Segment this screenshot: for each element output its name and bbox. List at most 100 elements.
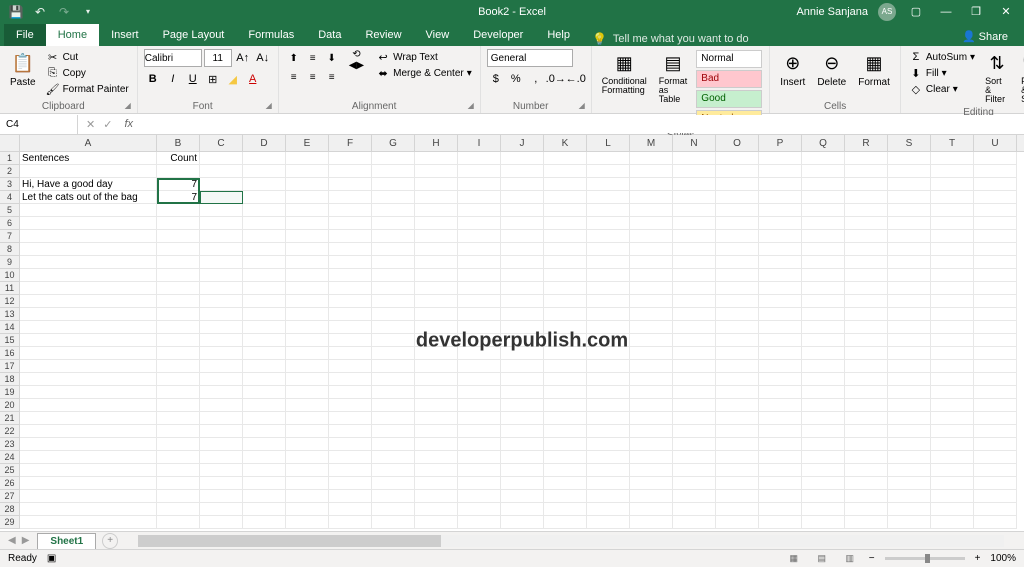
cell[interactable] [286, 412, 329, 425]
cell[interactable] [243, 347, 286, 360]
cut-button[interactable]: ✂Cut [44, 49, 131, 65]
cell[interactable] [802, 516, 845, 529]
copy-button[interactable]: ⎘Copy [44, 65, 131, 81]
conditional-formatting-button[interactable]: ▦ Conditional Formatting [598, 49, 651, 97]
row-header[interactable]: 23 [0, 438, 20, 451]
cell[interactable] [372, 269, 415, 282]
save-icon[interactable]: 💾 [8, 4, 24, 20]
horizontal-scrollbar[interactable] [138, 535, 1004, 547]
cell[interactable] [286, 191, 329, 204]
cell[interactable] [286, 425, 329, 438]
user-avatar[interactable]: AS [878, 3, 896, 21]
cell[interactable] [802, 373, 845, 386]
cell[interactable] [372, 295, 415, 308]
cell[interactable] [20, 308, 157, 321]
cell[interactable] [802, 399, 845, 412]
cell[interactable] [845, 152, 888, 165]
cell[interactable] [759, 412, 802, 425]
cell[interactable] [845, 490, 888, 503]
select-all-button[interactable] [0, 135, 20, 151]
cell[interactable] [157, 347, 200, 360]
cell[interactable] [931, 373, 974, 386]
cell[interactable] [415, 438, 458, 451]
cell[interactable] [802, 217, 845, 230]
cell[interactable] [415, 451, 458, 464]
style-bad[interactable]: Bad [696, 70, 762, 88]
cell[interactable] [415, 399, 458, 412]
cell[interactable] [501, 204, 544, 217]
cell[interactable] [888, 191, 931, 204]
cell[interactable] [587, 334, 630, 347]
cell[interactable] [931, 256, 974, 269]
cell[interactable] [587, 516, 630, 529]
cell[interactable] [716, 386, 759, 399]
cell[interactable] [931, 295, 974, 308]
cell[interactable] [845, 230, 888, 243]
cell[interactable] [415, 373, 458, 386]
zoom-in-icon[interactable]: + [975, 553, 981, 564]
cell[interactable] [931, 308, 974, 321]
cell[interactable] [329, 295, 372, 308]
insert-cells-button[interactable]: ⊕ Insert [776, 49, 809, 90]
cell[interactable] [329, 347, 372, 360]
cell[interactable] [157, 451, 200, 464]
cell[interactable] [759, 425, 802, 438]
cell[interactable] [286, 386, 329, 399]
cell[interactable] [286, 347, 329, 360]
cell[interactable] [200, 516, 243, 529]
cell[interactable] [716, 191, 759, 204]
cell[interactable] [845, 295, 888, 308]
col-header-b[interactable]: B [157, 135, 200, 151]
cell[interactable] [802, 178, 845, 191]
cell[interactable] [501, 152, 544, 165]
format-painter-button[interactable]: 🖌Format Painter [44, 81, 131, 97]
cell[interactable] [458, 347, 501, 360]
cell[interactable] [544, 347, 587, 360]
cell[interactable] [372, 477, 415, 490]
cell[interactable] [329, 321, 372, 334]
cell[interactable] [200, 191, 243, 204]
close-icon[interactable]: ✕ [996, 4, 1016, 20]
cell[interactable] [329, 230, 372, 243]
cell[interactable] [286, 334, 329, 347]
cell[interactable] [243, 230, 286, 243]
cell[interactable] [845, 399, 888, 412]
cell[interactable] [415, 152, 458, 165]
row-header[interactable]: 2 [0, 165, 20, 178]
alignment-launcher-icon[interactable]: ◢ [468, 101, 474, 110]
cell[interactable] [673, 490, 716, 503]
cell[interactable] [544, 425, 587, 438]
cell[interactable] [200, 230, 243, 243]
cell[interactable] [501, 477, 544, 490]
cell[interactable] [673, 204, 716, 217]
cell[interactable] [415, 269, 458, 282]
cell[interactable] [974, 425, 1017, 438]
cell[interactable] [630, 321, 673, 334]
cell[interactable] [286, 490, 329, 503]
cell[interactable] [544, 191, 587, 204]
cell[interactable] [544, 503, 587, 516]
cell[interactable] [931, 321, 974, 334]
cell[interactable] [501, 516, 544, 529]
cell[interactable] [200, 503, 243, 516]
cell[interactable] [372, 516, 415, 529]
col-header-e[interactable]: E [286, 135, 329, 151]
cell[interactable] [20, 321, 157, 334]
cell[interactable] [458, 334, 501, 347]
cell[interactable] [372, 308, 415, 321]
cell[interactable] [845, 165, 888, 178]
cell[interactable] [544, 490, 587, 503]
cell[interactable] [501, 386, 544, 399]
cell[interactable] [501, 334, 544, 347]
cell[interactable] [974, 477, 1017, 490]
cell[interactable] [243, 438, 286, 451]
cell[interactable] [415, 230, 458, 243]
cell[interactable] [716, 269, 759, 282]
cell[interactable] [329, 334, 372, 347]
cell[interactable] [544, 321, 587, 334]
cell[interactable] [673, 295, 716, 308]
cell[interactable] [544, 386, 587, 399]
align-center-icon[interactable]: ≡ [304, 68, 322, 86]
font-color-button[interactable]: A [244, 70, 262, 88]
cell[interactable] [329, 204, 372, 217]
